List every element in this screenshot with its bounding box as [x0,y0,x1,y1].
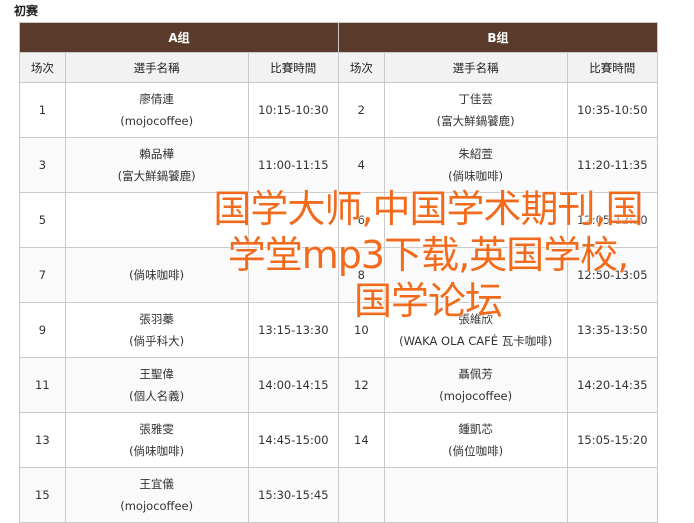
time-cell: 13:35-13:50 [566,302,659,358]
table-row: 5 6 12:05-12:20 [19,192,659,248]
player-team: (倘味咖啡) [129,268,185,282]
player-cell [383,192,568,248]
player-cell: 張雅雯 (倘味咖啡) [64,412,249,468]
table-row: 7 (倘味咖啡) 8 12:50-13:05 [19,247,659,303]
round-cell: 6 [337,192,385,248]
round-cell: 4 [337,137,385,193]
player-name: 張維欣 [458,312,493,326]
player-name: 賴品樺 [139,147,174,161]
col-time-b: 比賽時間 [566,52,659,83]
time-cell [247,247,339,303]
time-cell [247,192,339,248]
time-cell: 15:05-15:20 [566,412,659,468]
group-header-row: A组 B组 [19,22,659,53]
player-cell: 朱紹萱 (倘味咖啡) [383,137,568,193]
player-team: (WAKA OLA CAFÉ 瓦卡咖啡) [399,334,553,348]
player-name: 張羽蓁 [139,312,174,326]
player-name: 王聖偉 [139,367,174,381]
player-name: 廖倩連 [139,92,174,106]
time-cell: 11:00-11:15 [247,137,339,193]
player-team: (倘乎科大) [129,334,185,348]
time-cell: 12:05-12:20 [566,192,659,248]
round-cell: 11 [19,357,66,413]
table-row: 13 張雅雯 (倘味咖啡) 14:45-15:00 14 鍾凱芯 (倘位咖啡) 15:05-1… [19,412,659,468]
page-heading: 初赛 [14,4,39,18]
round-cell: 1 [19,82,66,138]
player-team: (mojocoffee) [120,114,194,128]
schedule-body: 1 廖倩連 (mojocoffee) 10:15-10:30 2 丁佳芸 (富大鮮鍋饕鹿) 1… [19,82,659,523]
time-cell: 12:50-13:05 [566,247,659,303]
player-team: (倘味咖啡) [448,169,504,183]
round-cell: 13 [19,412,66,468]
round-cell: 5 [19,192,66,248]
player-name: 鍾凱芯 [458,422,493,436]
schedule-table: A组 B组 场次 選手名稱 比賽時間 场次 選手名稱 比賽時間 1 廖倩連 (moj… [19,22,659,523]
player-team: (富大鮮鍋饕鹿) [117,169,196,183]
time-cell: 15:30-15:45 [247,467,339,523]
player-cell: 丁佳芸 (富大鮮鍋饕鹿) [383,82,568,138]
player-team: (個人名義) [129,389,185,403]
player-cell: 張維欣 (WAKA OLA CAFÉ 瓦卡咖啡) [383,302,568,358]
player-team: (富大鮮鍋饕鹿) [436,114,515,128]
time-cell: 14:45-15:00 [247,412,339,468]
player-cell: 王聖偉 (個人名義) [64,357,249,413]
col-round-a: 场次 [19,52,66,83]
player-cell: 聶佩芳 (mojocoffee) [383,357,568,413]
player-cell: (倘味咖啡) [64,247,249,303]
player-cell: 廖倩連 (mojocoffee) [64,82,249,138]
player-name: 丁佳芸 [458,92,493,106]
round-cell: 9 [19,302,66,358]
player-name: 王宜儀 [139,477,174,491]
player-name: 朱紹萱 [458,147,493,161]
player-cell: 王宜儀 (mojocoffee) [64,467,249,523]
column-header-row: 场次 選手名稱 比賽時間 场次 選手名稱 比賽時間 [19,52,659,83]
round-cell: 8 [337,247,385,303]
col-player-a: 選手名稱 [64,52,249,83]
player-team: (倘位咖啡) [448,444,504,458]
table-row: 15 王宜儀 (mojocoffee) 15:30-15:45 [19,467,659,523]
group-a-header: A组 [19,22,339,53]
player-name: 張雅雯 [139,422,174,436]
time-cell: 14:00-14:15 [247,357,339,413]
round-cell: 10 [337,302,385,358]
table-row: 3 賴品樺 (富大鮮鍋饕鹿) 11:00-11:15 4 朱紹萱 (倘味咖啡) 11:20-1… [19,137,659,193]
player-cell: 鍾凱芯 (倘位咖啡) [383,412,568,468]
table-row: 11 王聖偉 (個人名義) 14:00-14:15 12 聶佩芳 (mojocoffee) 1… [19,357,659,413]
player-cell [64,192,249,248]
player-cell: 賴品樺 (富大鮮鍋饕鹿) [64,137,249,193]
player-team: (倘味咖啡) [129,444,185,458]
player-team: (mojocoffee) [120,499,194,513]
time-cell: 13:15-13:30 [247,302,339,358]
table-row: 9 張羽蓁 (倘乎科大) 13:15-13:30 10 張維欣 (WAKA OLA CAFÉ… [19,302,659,358]
time-cell: 14:20-14:35 [566,357,659,413]
round-cell: 7 [19,247,66,303]
round-cell: 15 [19,467,66,523]
time-cell [566,467,659,523]
player-cell: 張羽蓁 (倘乎科大) [64,302,249,358]
round-cell [337,467,385,523]
round-cell: 12 [337,357,385,413]
round-cell: 2 [337,82,385,138]
table-row: 1 廖倩連 (mojocoffee) 10:15-10:30 2 丁佳芸 (富大鮮鍋饕鹿) 1… [19,82,659,138]
round-cell: 14 [337,412,385,468]
time-cell: 11:20-11:35 [566,137,659,193]
round-cell: 3 [19,137,66,193]
time-cell: 10:15-10:30 [247,82,339,138]
col-time-a: 比賽時間 [247,52,339,83]
time-cell: 10:35-10:50 [566,82,659,138]
col-player-b: 選手名稱 [383,52,568,83]
player-name: 聶佩芳 [458,367,493,381]
group-b-header: B组 [337,22,659,53]
player-team: (mojocoffee) [439,389,513,403]
player-cell [383,247,568,303]
col-round-b: 场次 [337,52,385,83]
player-cell [383,467,568,523]
